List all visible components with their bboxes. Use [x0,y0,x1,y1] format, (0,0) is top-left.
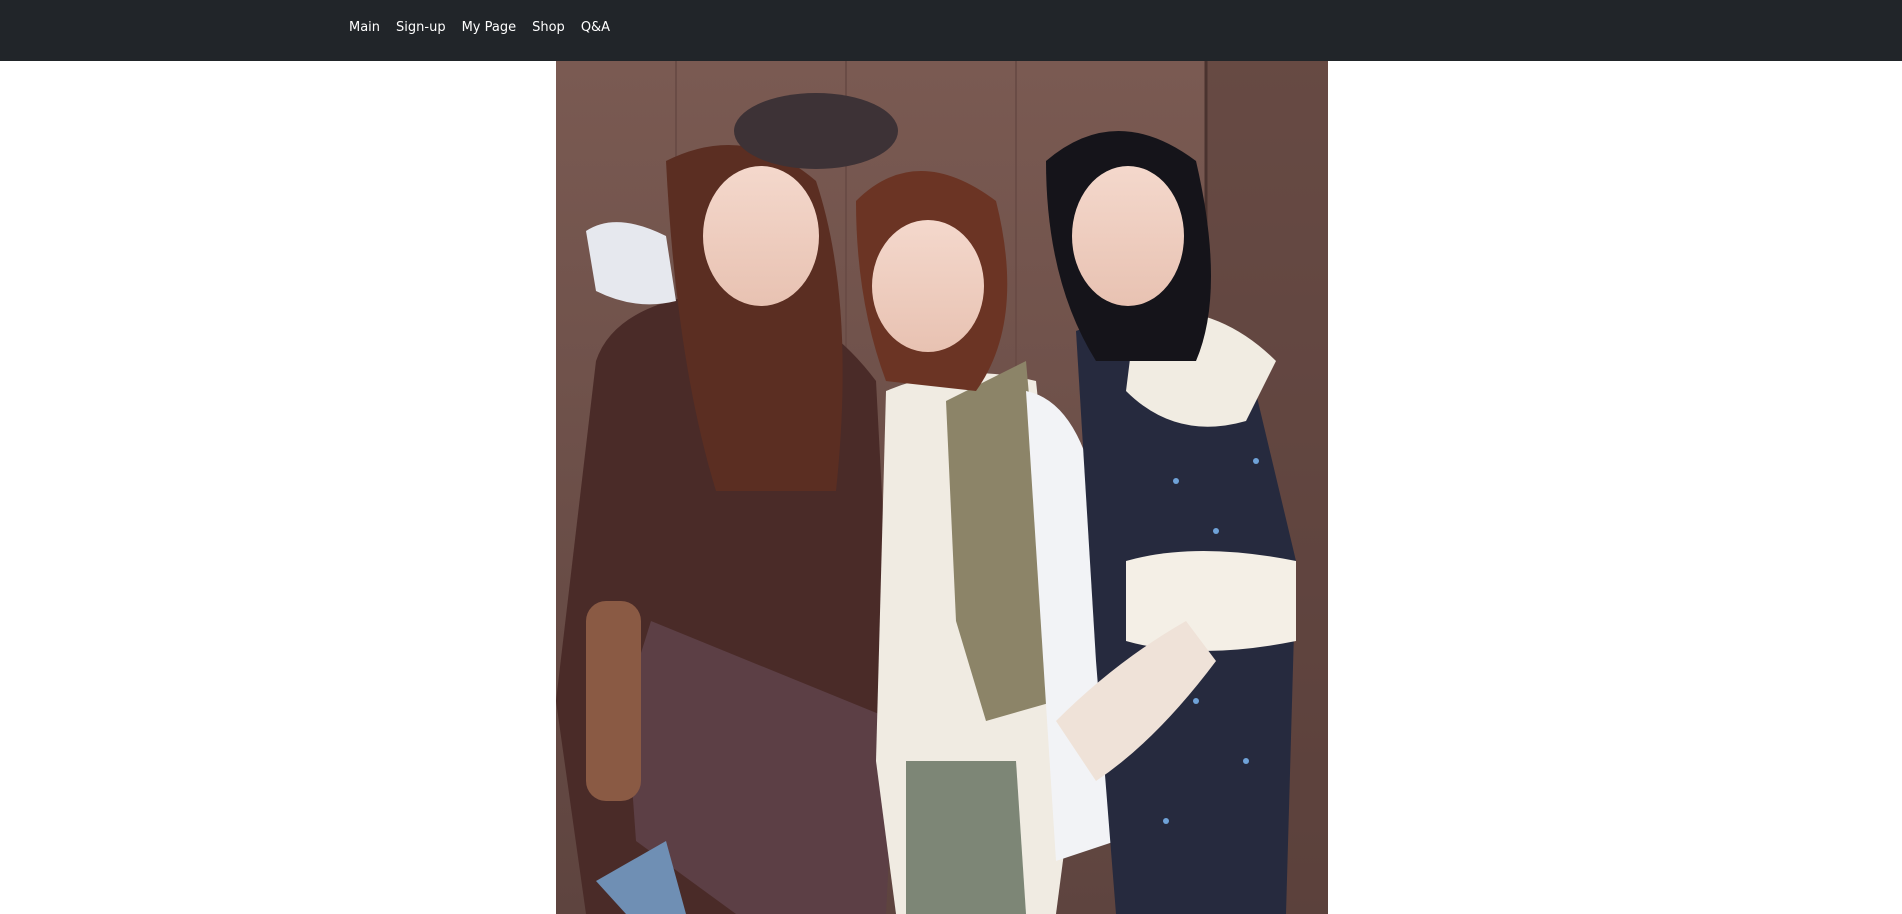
nav-link-mypage[interactable]: My Page [462,20,517,35]
nav-item-signup: Sign-up [396,20,462,35]
hero-image [556,61,1328,914]
nav-item-main: Main [349,20,396,35]
nav-link-main[interactable]: Main [349,20,380,35]
nav-link-signup[interactable]: Sign-up [396,20,446,35]
nav-menu: Main Sign-up My Page Shop Q&A [349,20,626,35]
nav-item-shop: Shop [532,20,581,35]
top-navbar: Main Sign-up My Page Shop Q&A [0,0,1902,61]
three-women-photo [556,61,1328,914]
nav-item-qna: Q&A [581,20,626,35]
nav-item-mypage: My Page [462,20,533,35]
nav-link-shop[interactable]: Shop [532,20,565,35]
nav-link-qna[interactable]: Q&A [581,20,610,35]
